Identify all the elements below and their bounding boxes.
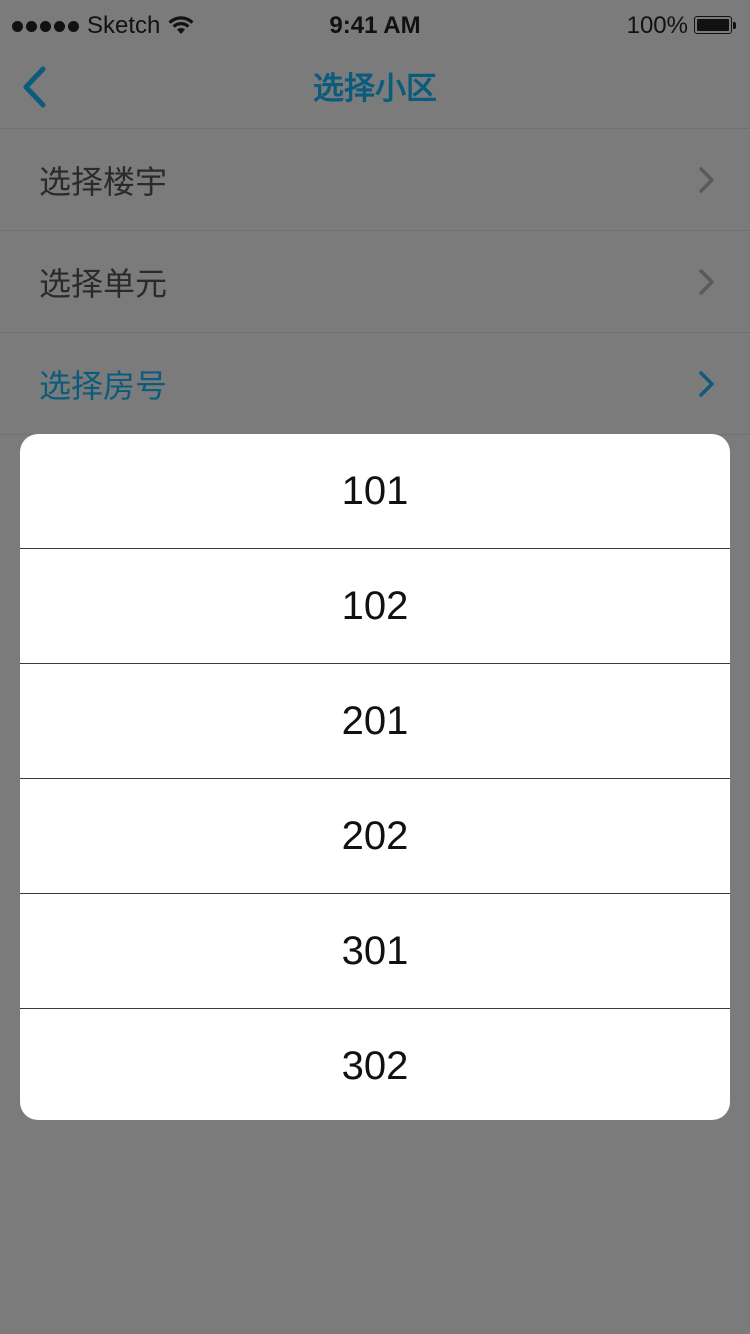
battery-icon [694,16,738,36]
picker-option[interactable]: 102 [20,549,730,664]
chevron-right-icon [699,370,714,397]
menu-item-building[interactable]: 选择楼宇 [0,129,750,231]
navigation-bar: 选择小区 [0,54,750,129]
chevron-right-icon [699,166,714,193]
status-right: 100% [627,12,738,40]
menu-item-room[interactable]: 选择房号 [0,333,750,435]
menu-item-label: 选择单元 [39,264,168,303]
picker-option[interactable]: 302 [20,1009,730,1120]
status-bar: Sketch 9:41 AM 100% [0,0,750,54]
chevron-right-icon [699,268,714,295]
menu-item-label: 选择楼宇 [39,162,168,201]
picker-option[interactable]: 101 [20,434,730,549]
room-picker-sheet: 101 102 201 202 301 302 [20,434,730,1120]
picker-option[interactable]: 301 [20,894,730,1009]
picker-option[interactable]: 201 [20,664,730,779]
menu-item-unit[interactable]: 选择单元 [0,231,750,333]
selection-menu: 选择楼宇 选择单元 选择房号 [0,129,750,435]
battery-percent: 100% [626,12,688,39]
picker-option[interactable]: 202 [20,779,730,894]
menu-item-label: 选择房号 [39,366,168,405]
page-title: 选择小区 [313,70,437,107]
